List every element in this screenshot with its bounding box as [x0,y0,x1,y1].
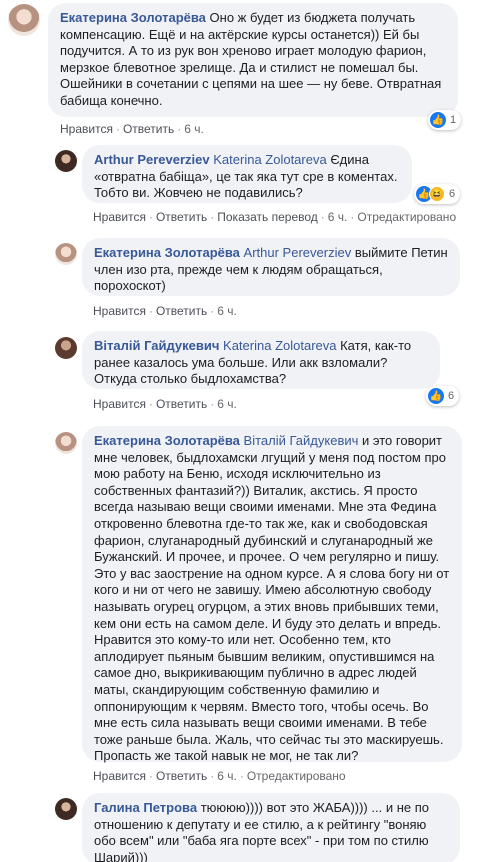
reply-button[interactable]: Ответить [156,769,207,783]
comment-actions: Нравится · Ответить · 6 ч. [60,122,204,136]
like-reaction-icon: 👍 [428,388,444,404]
comment-text: и это говорит мне человек, быдлохамски л… [94,433,450,764]
edited-label[interactable]: Отредактировано [247,769,346,783]
like-reaction-icon: 👍 [430,112,446,128]
comment-time[interactable]: 6 ч. [184,122,204,136]
avatar[interactable] [55,150,77,172]
comment-author[interactable]: Екатерина Золотарёва [60,10,206,25]
comment-author[interactable]: Arthur Pereverziev [94,152,210,167]
comment-mention[interactable]: Katerina Zolotareva [213,152,326,167]
like-button[interactable]: Нравится [60,122,113,136]
show-translation-button[interactable]: Показать перевод [217,210,318,224]
edited-label[interactable]: Отредактировано [357,210,456,224]
comment-bubble: Arthur Pereverziev Katerina Zolotareva Є… [82,145,412,203]
like-button[interactable]: Нравится [93,397,146,411]
comment-bubble: Екатерина Золотарёва Arthur Pereverziev … [82,238,460,296]
avatar[interactable] [55,337,77,359]
avatar[interactable] [55,243,77,265]
comment-actions: Нравится · Ответить · Показать перевод · 6 ч. ·… [93,210,457,224]
reply-button[interactable]: Ответить [156,210,207,224]
reply-button[interactable]: Ответить [156,397,207,411]
comment-mention[interactable]: Arthur Pereverziev [244,245,352,260]
avatar[interactable] [8,4,40,36]
comment-actions: Нравится · Ответить · 6 ч. · Отредактировано [93,769,346,783]
avatar[interactable] [55,432,77,454]
comment-time[interactable]: 6 ч. [217,397,237,411]
comment-actions: Нравится · Ответить · 6 ч. [93,397,237,411]
reaction-count[interactable]: 👍 😆 6 [414,184,461,204]
comment-bubble: Галина Петрова тюююю)))) вот это ЖАБА)))… [82,793,460,862]
comment-actions: Нравится · Ответить · 6 ч. [93,304,237,318]
comment-time[interactable]: 6 ч. [217,769,237,783]
like-button[interactable]: Нравится [93,210,146,224]
comment-author[interactable]: Екатерина Золотарёва [94,245,240,260]
reaction-count[interactable]: 👍 6 [426,386,460,406]
comment-mention[interactable]: Katerina Zolotareva [223,338,336,353]
haha-reaction-icon: 😆 [429,186,445,202]
comment-author[interactable]: Віталій Гайдукевич [94,338,219,353]
avatar[interactable] [55,798,77,820]
like-button[interactable]: Нравится [93,304,146,318]
comment-time[interactable]: 6 ч. [217,304,237,318]
reply-button[interactable]: Ответить [123,122,174,136]
comment-time[interactable]: 6 ч. [328,210,348,224]
comment-author[interactable]: Екатерина Золотарёва [94,433,240,448]
reaction-count[interactable]: 👍 1 [428,110,462,130]
reply-button[interactable]: Ответить [156,304,207,318]
comment-bubble: Віталій Гайдукевич Katerina Zolotareva К… [82,331,440,389]
like-button[interactable]: Нравится [93,769,146,783]
comment-bubble: Екатерина Золотарёва Оно ж будет из бюдж… [48,3,458,117]
comment-mention[interactable]: Віталій Гайдукевич [244,433,359,448]
comment-bubble: Екатерина Золотарёва Віталій Гайдукевич … [82,426,462,764]
comment-author[interactable]: Галина Петрова [94,800,197,815]
